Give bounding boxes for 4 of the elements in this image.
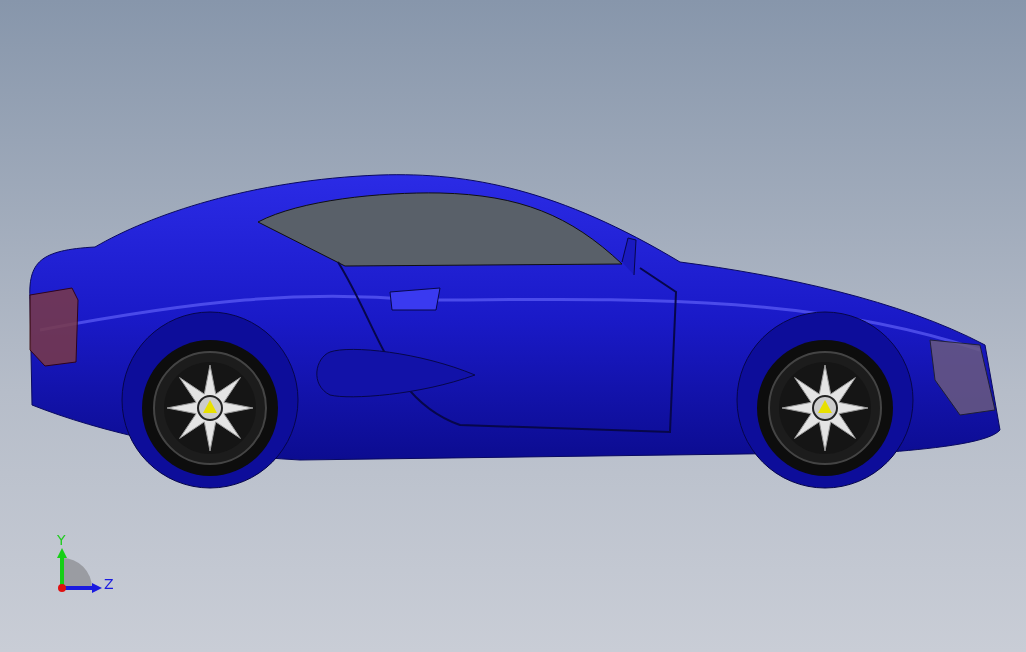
triad-plane-shape	[62, 558, 92, 588]
axis-label: Y	[57, 532, 66, 548]
origin-dot	[58, 584, 66, 592]
axis-label: Z	[104, 576, 114, 592]
